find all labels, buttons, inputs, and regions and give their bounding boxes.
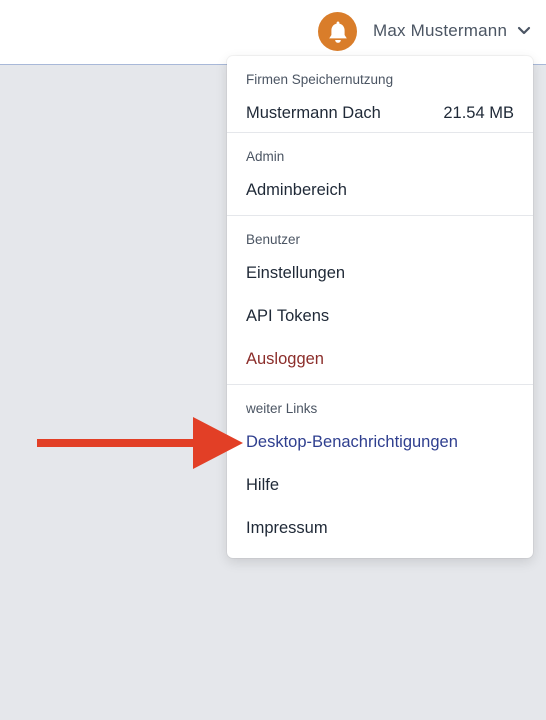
user-heading: Benutzer <box>246 232 301 247</box>
links-section: weiter Links Desktop-Benachrichtigungen … <box>227 385 533 557</box>
bell-icon <box>328 21 347 43</box>
notification-button[interactable] <box>318 12 357 51</box>
storage-heading: Firmen Speichernutzung <box>246 72 394 87</box>
menu-item-hilfe[interactable]: Hilfe <box>227 464 533 507</box>
storage-section: Firmen Speichernutzung Mustermann Dach 2… <box>227 56 533 133</box>
annotation-arrow-icon <box>37 417 243 469</box>
storage-usage-row: Mustermann Dach 21.54 MB <box>227 93 533 133</box>
storage-usage-value: 21.54 MB <box>443 103 514 122</box>
menu-item-desktop-benachrichtigungen[interactable]: Desktop-Benachrichtigungen <box>227 421 533 464</box>
chevron-down-icon[interactable] <box>517 26 531 36</box>
menu-item-api-tokens[interactable]: API Tokens <box>227 295 533 338</box>
admin-heading: Admin <box>246 149 285 164</box>
menu-item-ausloggen[interactable]: Ausloggen <box>227 338 533 381</box>
user-section: Benutzer Einstellungen API Tokens Auslog… <box>227 216 533 385</box>
menu-item-einstellungen[interactable]: Einstellungen <box>227 252 533 295</box>
links-heading: weiter Links <box>246 401 318 416</box>
menu-item-impressum[interactable]: Impressum <box>227 507 533 550</box>
user-dropdown-menu: Firmen Speichernutzung Mustermann Dach 2… <box>227 56 533 558</box>
user-menu-name[interactable]: Max Mustermann <box>373 21 507 41</box>
company-name: Mustermann Dach <box>246 103 381 122</box>
menu-item-adminbereich[interactable]: Adminbereich <box>227 169 533 212</box>
admin-section: Admin Adminbereich <box>227 133 533 216</box>
